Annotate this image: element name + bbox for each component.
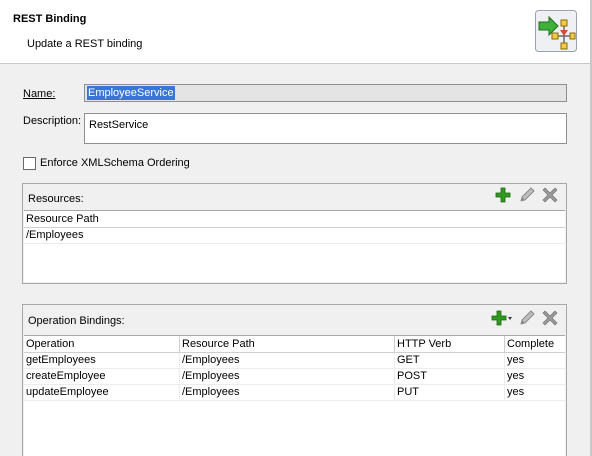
rest-binding-icon — [535, 10, 577, 52]
dialog-title: REST Binding — [13, 13, 87, 25]
http-verb-cell: POST — [395, 369, 505, 384]
table-row[interactable]: createEmployee /Employees POST yes — [24, 369, 565, 385]
http-verb-cell: GET — [395, 353, 505, 368]
complete-cell: yes — [507, 354, 525, 366]
add-dropdown-icon[interactable] — [491, 310, 513, 326]
description-field[interactable]: RestService — [84, 113, 567, 144]
name-field[interactable]: EmployeeService — [84, 84, 567, 102]
complete-cell: yes — [507, 370, 525, 382]
delete-icon[interactable] — [542, 310, 558, 326]
operation-cell: getEmployees — [24, 353, 180, 368]
resources-panel: Resources: Resource Path /Employees — [22, 183, 567, 284]
table-header: Resource Path — [24, 211, 565, 228]
resource-path-cell: /Employees — [180, 353, 395, 368]
name-value: EmployeeService — [87, 86, 175, 100]
column-header-resource-path[interactable]: Resource Path — [24, 211, 565, 227]
column-header-complete[interactable]: Complete — [505, 336, 565, 352]
delete-icon[interactable] — [542, 187, 558, 203]
add-icon[interactable] — [495, 187, 511, 203]
operation-cell: updateEmployee — [24, 385, 180, 400]
enforce-ordering-label[interactable]: Enforce XMLSchema Ordering — [40, 157, 190, 169]
resource-path-cell: /Employees — [180, 369, 395, 384]
dialog-header: REST Binding Update a REST binding — [0, 0, 592, 64]
operation-cell: createEmployee — [24, 369, 180, 384]
column-header-resource-path[interactable]: Resource Path — [180, 336, 395, 352]
resources-table: Resource Path /Employees — [24, 210, 565, 282]
operation-bindings-panel: Operation Bindings: Operation Resource P… — [22, 304, 567, 456]
resource-path-cell: /Employees — [26, 229, 84, 241]
complete-cell: yes — [507, 386, 525, 398]
edit-icon[interactable] — [519, 310, 535, 326]
description-label: Description: — [23, 115, 82, 127]
edit-icon[interactable] — [519, 187, 535, 203]
operation-bindings-table: Operation Resource Path HTTP Verb Comple… — [24, 335, 565, 456]
dialog-subtitle: Update a REST binding — [27, 38, 143, 50]
resources-title: Resources: — [28, 193, 84, 205]
resource-path-cell: /Employees — [180, 385, 395, 400]
column-header-operation[interactable]: Operation — [24, 336, 180, 352]
http-verb-cell: PUT — [395, 385, 505, 400]
name-label: Name: — [23, 88, 56, 100]
table-row[interactable]: getEmployees /Employees GET yes — [24, 353, 565, 369]
table-row[interactable]: /Employees — [24, 228, 565, 244]
operation-bindings-title: Operation Bindings: — [28, 315, 125, 327]
table-row[interactable]: updateEmployee /Employees PUT yes — [24, 385, 565, 401]
column-header-http-verb[interactable]: HTTP Verb — [395, 336, 505, 352]
table-header: Operation Resource Path HTTP Verb Comple… — [24, 336, 565, 353]
enforce-ordering-checkbox[interactable] — [23, 157, 36, 170]
